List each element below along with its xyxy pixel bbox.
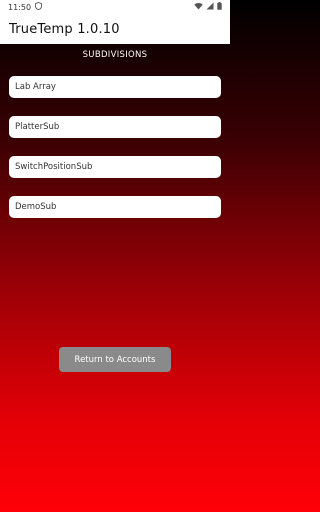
subdivision-item-label: SwitchPositionSub xyxy=(15,162,93,172)
app-title: TrueTemp 1.0.10 xyxy=(9,21,120,37)
subdivision-item-switch-position-sub[interactable]: SwitchPositionSub xyxy=(9,156,221,178)
signal-icon xyxy=(206,2,214,12)
shield-icon xyxy=(35,2,43,12)
status-bar: 11:50 xyxy=(0,0,230,14)
subdivision-item-label: Lab Array xyxy=(15,82,56,92)
subdivision-item-platter-sub[interactable]: PlatterSub xyxy=(9,116,221,138)
return-to-accounts-button[interactable]: Return to Accounts xyxy=(59,347,171,372)
subdivision-item-lab-array[interactable]: Lab Array xyxy=(9,76,221,98)
subdivision-item-demo-sub[interactable]: DemoSub xyxy=(9,196,221,218)
subdivision-item-label: PlatterSub xyxy=(15,122,60,132)
status-left: 11:50 xyxy=(8,2,43,12)
status-time: 11:50 xyxy=(8,2,32,12)
app-bar: TrueTemp 1.0.10 xyxy=(0,14,230,44)
subdivision-item-label: DemoSub xyxy=(15,202,57,212)
section-title: SUBDIVISIONS xyxy=(82,50,148,60)
battery-icon xyxy=(217,2,222,12)
status-right xyxy=(194,2,222,12)
wifi-icon xyxy=(194,2,203,12)
subdivision-list: Lab Array PlatterSub SwitchPositionSub D… xyxy=(9,76,221,236)
